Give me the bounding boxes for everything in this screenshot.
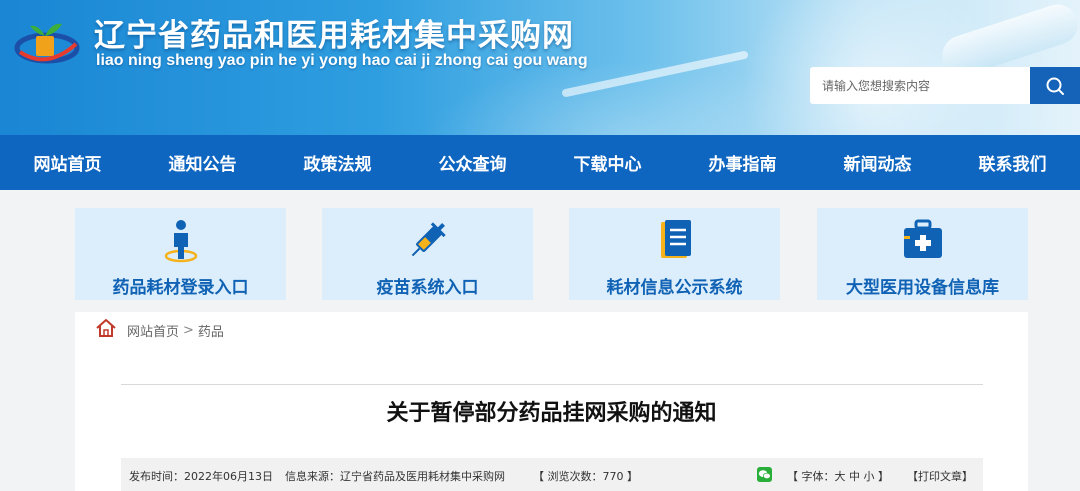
font-size-control[interactable]: 【 字体：大 中 小 】 [787, 468, 889, 484]
nav-item-news[interactable]: 新闻动态 [810, 135, 945, 190]
medical-kit-icon [903, 219, 942, 258]
quick-link-equipment-db[interactable]: 大型医用设备信息库 [817, 208, 1028, 300]
info-source: 信息来源：辽宁省药品及医用耗材集中采购网 [285, 470, 505, 483]
print-article-link[interactable]: 【打印文章】 [907, 468, 973, 484]
search-icon [1046, 77, 1064, 95]
article-panel: 网站首页 > 药品 关于暂停部分药品挂网采购的通知 发布时间：2022年06月1… [75, 312, 1028, 491]
nav-item-downloads[interactable]: 下载中心 [540, 135, 675, 190]
site-header: 辽宁省药品和医用耗材集中采购网 liao ning sheng yao pin … [0, 0, 1080, 135]
home-icon[interactable] [95, 318, 117, 342]
site-logo[interactable] [14, 18, 84, 66]
breadcrumb: 网站首页 > 药品 [95, 318, 224, 342]
quick-link-consumables-info[interactable]: 耗材信息公示系统 [569, 208, 780, 300]
quick-link-vaccine[interactable]: 疫苗系统入口 [322, 208, 533, 300]
nav-item-notices[interactable]: 通知公告 [135, 135, 270, 190]
quick-link-label: 疫苗系统入口 [376, 278, 479, 298]
search-bar [810, 67, 1080, 104]
nav-item-contact[interactable]: 联系我们 [945, 135, 1080, 190]
user-icon [164, 220, 197, 263]
document-icon [660, 220, 691, 258]
quick-link-label: 药品耗材登录入口 [112, 278, 249, 298]
publish-time: 发布时间：2022年06月13日 [129, 470, 273, 483]
quick-link-drug-login[interactable]: 药品耗材登录入口 [75, 208, 286, 300]
quick-link-label: 耗材信息公示系统 [606, 278, 743, 298]
breadcrumb-current[interactable]: 药品 [198, 321, 224, 340]
view-count: 【 浏览次数：770 】 [533, 470, 638, 483]
nav-item-home[interactable]: 网站首页 [0, 135, 135, 190]
site-pinyin: liao ning sheng yao pin he yi yong hao c… [96, 52, 588, 69]
search-button[interactable] [1030, 67, 1080, 104]
search-input[interactable] [810, 67, 1030, 104]
title-divider [121, 384, 983, 385]
nav-item-public-query[interactable]: 公众查询 [405, 135, 540, 190]
main-nav: 网站首页 通知公告 政策法规 公众查询 下载中心 办事指南 新闻动态 联系我们 [0, 135, 1080, 190]
quick-link-label: 大型医用设备信息库 [846, 278, 999, 298]
breadcrumb-home-link[interactable]: 网站首页 [127, 321, 179, 340]
article-meta-bar: 发布时间：2022年06月13日 信息来源：辽宁省药品及医用耗材集中采购网 【 … [121, 458, 983, 491]
wechat-share-icon[interactable] [757, 467, 772, 482]
syringe-icon [411, 222, 446, 257]
site-title: 辽宁省药品和医用耗材集中采购网 [94, 18, 574, 54]
nav-item-policies[interactable]: 政策法规 [270, 135, 405, 190]
breadcrumb-separator: > [183, 322, 194, 338]
article-title: 关于暂停部分药品挂网采购的通知 [386, 401, 717, 426]
nav-item-guide[interactable]: 办事指南 [675, 135, 810, 190]
